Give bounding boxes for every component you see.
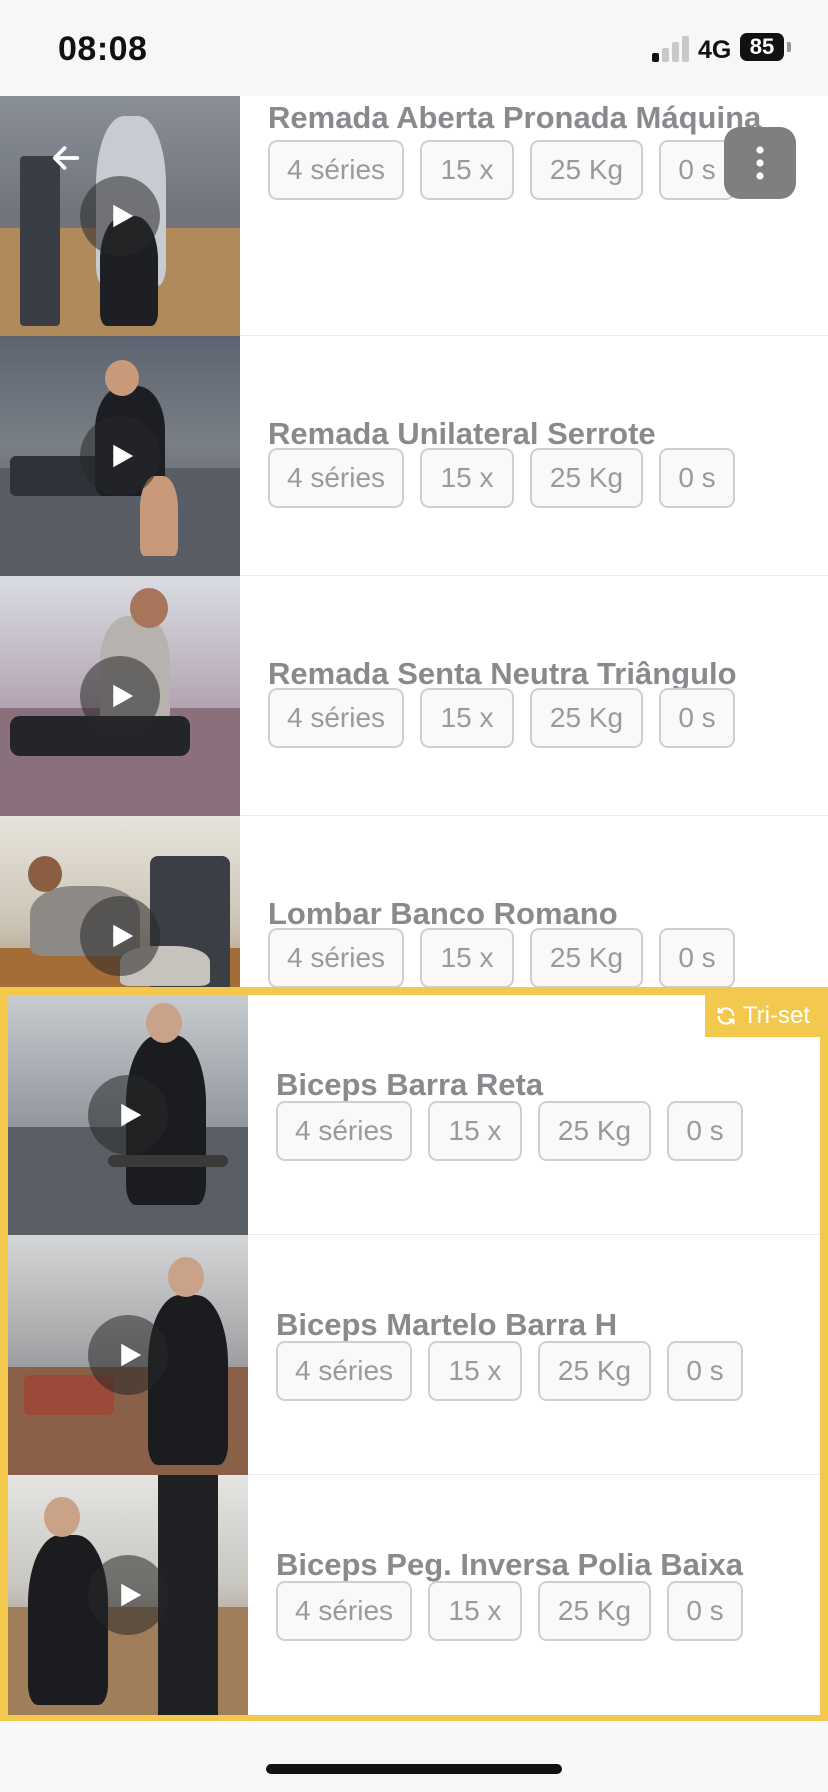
weight-chip[interactable]: 25 Kg [530, 448, 643, 508]
play-button[interactable] [80, 896, 160, 976]
exercise-name: Biceps Barra Reta [276, 1067, 544, 1102]
sets-chip[interactable]: 4 séries [268, 688, 404, 748]
play-icon [113, 924, 134, 948]
reps-chip[interactable]: 15 x [428, 1341, 522, 1401]
exercise-name: Lombar Banco Romano [268, 896, 618, 931]
status-time: 08:08 [58, 30, 148, 68]
triset-badge: Tri-set [704, 995, 820, 1037]
back-button[interactable] [40, 132, 92, 184]
exercise-thumbnail[interactable] [0, 96, 240, 336]
more-menu-button[interactable] [724, 127, 796, 199]
play-icon [113, 684, 134, 708]
reps-chip[interactable]: 15 x [420, 448, 514, 508]
sets-chip[interactable]: 4 séries [276, 1341, 412, 1401]
exercise-name: Remada Senta Neutra Triângulo [268, 656, 737, 691]
weight-chip[interactable]: 25 Kg [530, 688, 643, 748]
play-icon [121, 1583, 142, 1607]
battery-icon: 85 [740, 33, 784, 61]
refresh-icon [717, 1007, 735, 1025]
exercise-row[interactable]: Biceps Peg. Inversa Polia Baixa 4 séries… [8, 1475, 820, 1715]
sets-chip[interactable]: 4 séries [276, 1581, 412, 1641]
weight-chip[interactable]: 25 Kg [538, 1581, 651, 1641]
exercise-row[interactable]: Remada Unilateral Serrote 4 séries 15 x … [0, 336, 828, 576]
exercise-row[interactable]: Remada Senta Neutra Triângulo 4 séries 1… [0, 576, 828, 816]
play-button[interactable] [88, 1075, 168, 1155]
weight-chip[interactable]: 25 Kg [538, 1341, 651, 1401]
sets-chip[interactable]: 4 séries [268, 140, 404, 200]
status-bar: 08:08 4G 85 [0, 0, 828, 96]
exercise-thumbnail[interactable] [8, 995, 248, 1235]
exercise-name: Remada Aberta Pronada Máquina [268, 100, 762, 135]
play-button[interactable] [80, 656, 160, 736]
more-vertical-icon [756, 146, 764, 180]
exercise-row[interactable]: Biceps Martelo Barra H 4 séries 15 x 25 … [8, 1235, 820, 1475]
rest-chip[interactable]: 0 s [659, 688, 735, 748]
reps-chip[interactable]: 15 x [428, 1101, 522, 1161]
exercise-thumbnail[interactable] [0, 336, 240, 576]
arrow-left-icon [52, 146, 80, 170]
network-type: 4G [698, 36, 732, 64]
signal-icon [652, 34, 692, 62]
play-icon [113, 444, 134, 468]
home-indicator[interactable] [266, 1764, 562, 1774]
exercise-thumbnail[interactable] [8, 1235, 248, 1475]
sets-chip[interactable]: 4 séries [268, 448, 404, 508]
play-button[interactable] [88, 1555, 168, 1635]
exercise-thumbnail[interactable] [8, 1475, 248, 1715]
rest-chip[interactable]: 0 s [659, 928, 735, 988]
reps-chip[interactable]: 15 x [420, 928, 514, 988]
exercise-name: Biceps Martelo Barra H [276, 1307, 618, 1342]
play-button[interactable] [80, 416, 160, 496]
play-icon [121, 1343, 142, 1367]
rest-chip[interactable]: 0 s [659, 448, 735, 508]
rest-chip[interactable]: 0 s [667, 1101, 743, 1161]
triset-group: Tri-set Biceps Barra Reta 4 séries 15 x … [0, 987, 828, 1721]
weight-chip[interactable]: 25 Kg [530, 928, 643, 988]
reps-chip[interactable]: 15 x [428, 1581, 522, 1641]
weight-chip[interactable]: 25 Kg [538, 1101, 651, 1161]
exercise-row[interactable]: Biceps Barra Reta 4 séries 15 x 25 Kg 0 … [8, 995, 820, 1235]
reps-chip[interactable]: 15 x [420, 688, 514, 748]
exercise-thumbnail[interactable] [0, 576, 240, 816]
reps-chip[interactable]: 15 x [420, 140, 514, 200]
rest-chip[interactable]: 0 s [667, 1581, 743, 1641]
play-icon [121, 1103, 142, 1127]
play-icon [113, 204, 134, 228]
triset-label: Tri-set [742, 1002, 810, 1029]
sets-chip[interactable]: 4 séries [276, 1101, 412, 1161]
rest-chip[interactable]: 0 s [667, 1341, 743, 1401]
weight-chip[interactable]: 25 Kg [530, 140, 643, 200]
sets-chip[interactable]: 4 séries [268, 928, 404, 988]
exercise-list: Remada Aberta Pronada Máquina 4 séries 1… [0, 96, 828, 1056]
play-button[interactable] [88, 1315, 168, 1395]
exercise-row[interactable]: Remada Aberta Pronada Máquina 4 séries 1… [0, 96, 828, 336]
exercise-name: Biceps Peg. Inversa Polia Baixa [276, 1547, 743, 1582]
play-button[interactable] [80, 176, 160, 256]
exercise-name: Remada Unilateral Serrote [268, 416, 656, 451]
